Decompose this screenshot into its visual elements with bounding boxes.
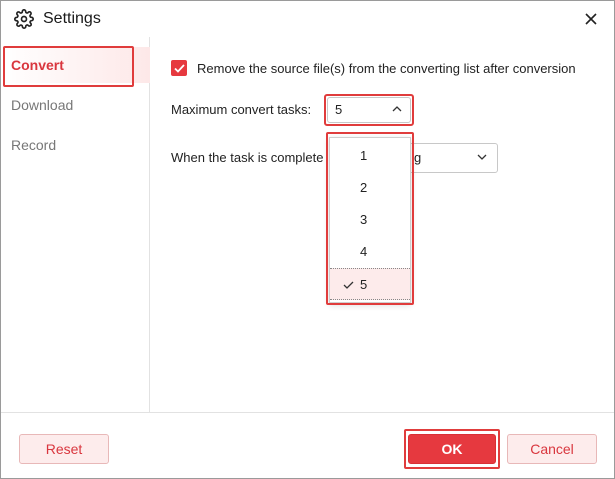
on-complete-value: g	[414, 150, 422, 165]
dropdown-option-3[interactable]: 3	[330, 204, 410, 236]
chevron-up-icon	[392, 106, 402, 112]
sidebar-item-download[interactable]: Download	[1, 87, 150, 123]
max-tasks-select[interactable]: 5	[327, 97, 411, 123]
title-bar: Settings	[1, 1, 614, 37]
chevron-down-icon	[477, 154, 487, 160]
remove-source-checkbox[interactable]	[171, 60, 187, 76]
check-icon	[343, 281, 354, 289]
sidebar-item-label: Record	[11, 137, 57, 153]
gear-icon	[14, 9, 34, 29]
checkmark-icon	[173, 63, 185, 73]
max-tasks-value: 5	[335, 102, 343, 117]
dropdown-option-4[interactable]: 4	[330, 236, 410, 268]
reset-button[interactable]: Reset	[19, 434, 109, 464]
settings-sidebar: Convert Download Record	[1, 37, 150, 412]
remove-source-row: Remove the source file(s) from the conve…	[171, 58, 576, 78]
remove-source-label: Remove the source file(s) from the conve…	[197, 60, 576, 76]
sidebar-item-label: Download	[11, 97, 74, 113]
max-tasks-label: Maximum convert tasks:	[171, 102, 312, 117]
ok-button[interactable]: OK	[408, 434, 496, 464]
sidebar-item-convert[interactable]: Convert	[1, 47, 150, 83]
max-tasks-dropdown: 1 2 3 4 5	[329, 137, 411, 303]
dialog-footer: Reset OK Cancel	[1, 412, 614, 478]
window-title: Settings	[43, 10, 101, 27]
close-button[interactable]	[581, 9, 601, 29]
dropdown-option-5[interactable]: 5	[330, 268, 410, 300]
on-complete-label: When the task is complete	[171, 150, 324, 165]
dropdown-option-2[interactable]: 2	[330, 172, 410, 204]
sidebar-item-label: Convert	[11, 57, 64, 73]
settings-window: Settings Convert Download Record Remove …	[0, 0, 615, 479]
dropdown-option-label: 5	[360, 277, 368, 292]
close-icon	[585, 13, 597, 25]
cancel-button[interactable]: Cancel	[507, 434, 597, 464]
dropdown-option-1[interactable]: 1	[330, 140, 410, 172]
sidebar-item-record[interactable]: Record	[1, 127, 150, 163]
